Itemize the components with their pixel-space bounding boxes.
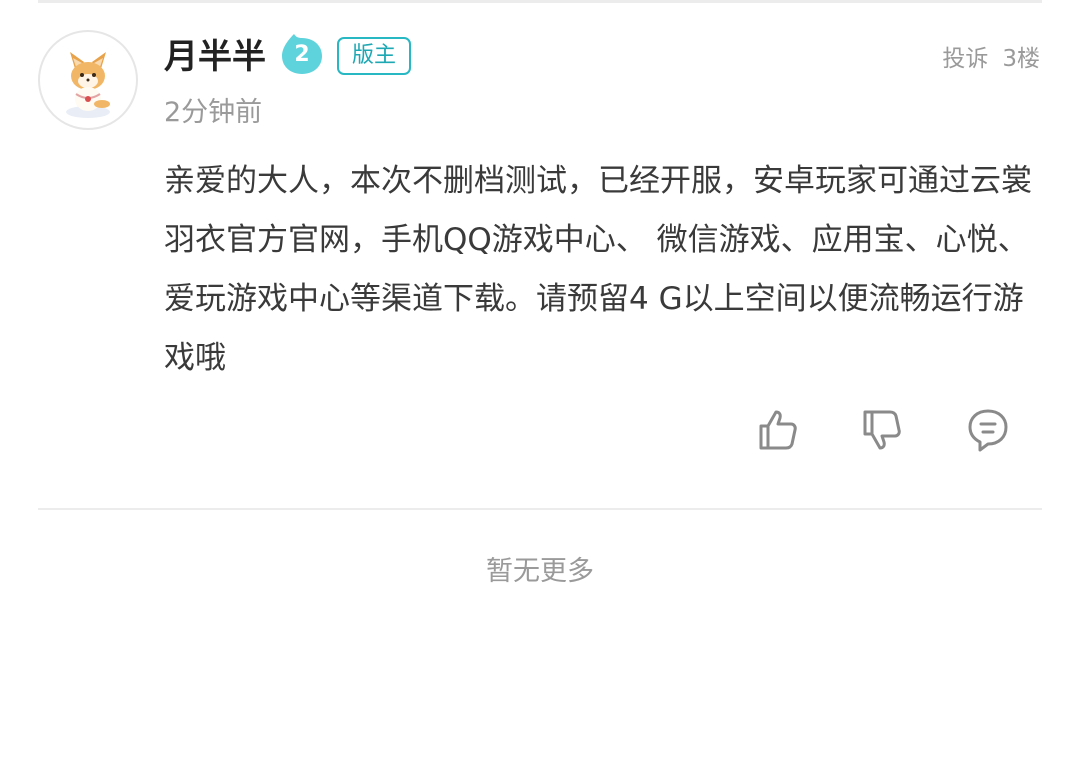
comment-actions (0, 404, 1080, 460)
dislike-button[interactable] (857, 404, 909, 456)
fox-mascot-icon (66, 52, 110, 118)
comment-meta: 投诉 3楼 (942, 42, 1040, 76)
thumbs-up-icon (759, 410, 797, 450)
comment-bubble-icon (968, 409, 1008, 452)
like-button[interactable] (753, 404, 805, 456)
username[interactable]: 月半半 (164, 34, 266, 80)
post-timestamp: 2分钟前 (164, 97, 263, 128)
moderator-badge: 版主 (337, 37, 411, 75)
floor-number: 3楼 (1002, 46, 1040, 72)
no-more-text: 暂无更多 (486, 556, 594, 587)
thumbs-down-icon (863, 410, 901, 450)
bottom-divider (38, 508, 1042, 510)
reply-button[interactable] (962, 404, 1014, 456)
comment-body: 亲爱的大人，本次不删档测试，已经开服，安卓玩家可通过云裳羽衣官方官网，手机QQ游… (164, 163, 1032, 376)
level-badge: 2 (280, 32, 324, 76)
level-number: 2 (294, 42, 310, 67)
avatar[interactable] (38, 30, 138, 130)
report-link[interactable]: 投诉 (942, 46, 988, 72)
comment-item: 月半半 2 版主 2分钟前 投诉 3楼 亲爱的大人，本次不删档测试，已经开服，安卓… (0, 0, 1080, 510)
